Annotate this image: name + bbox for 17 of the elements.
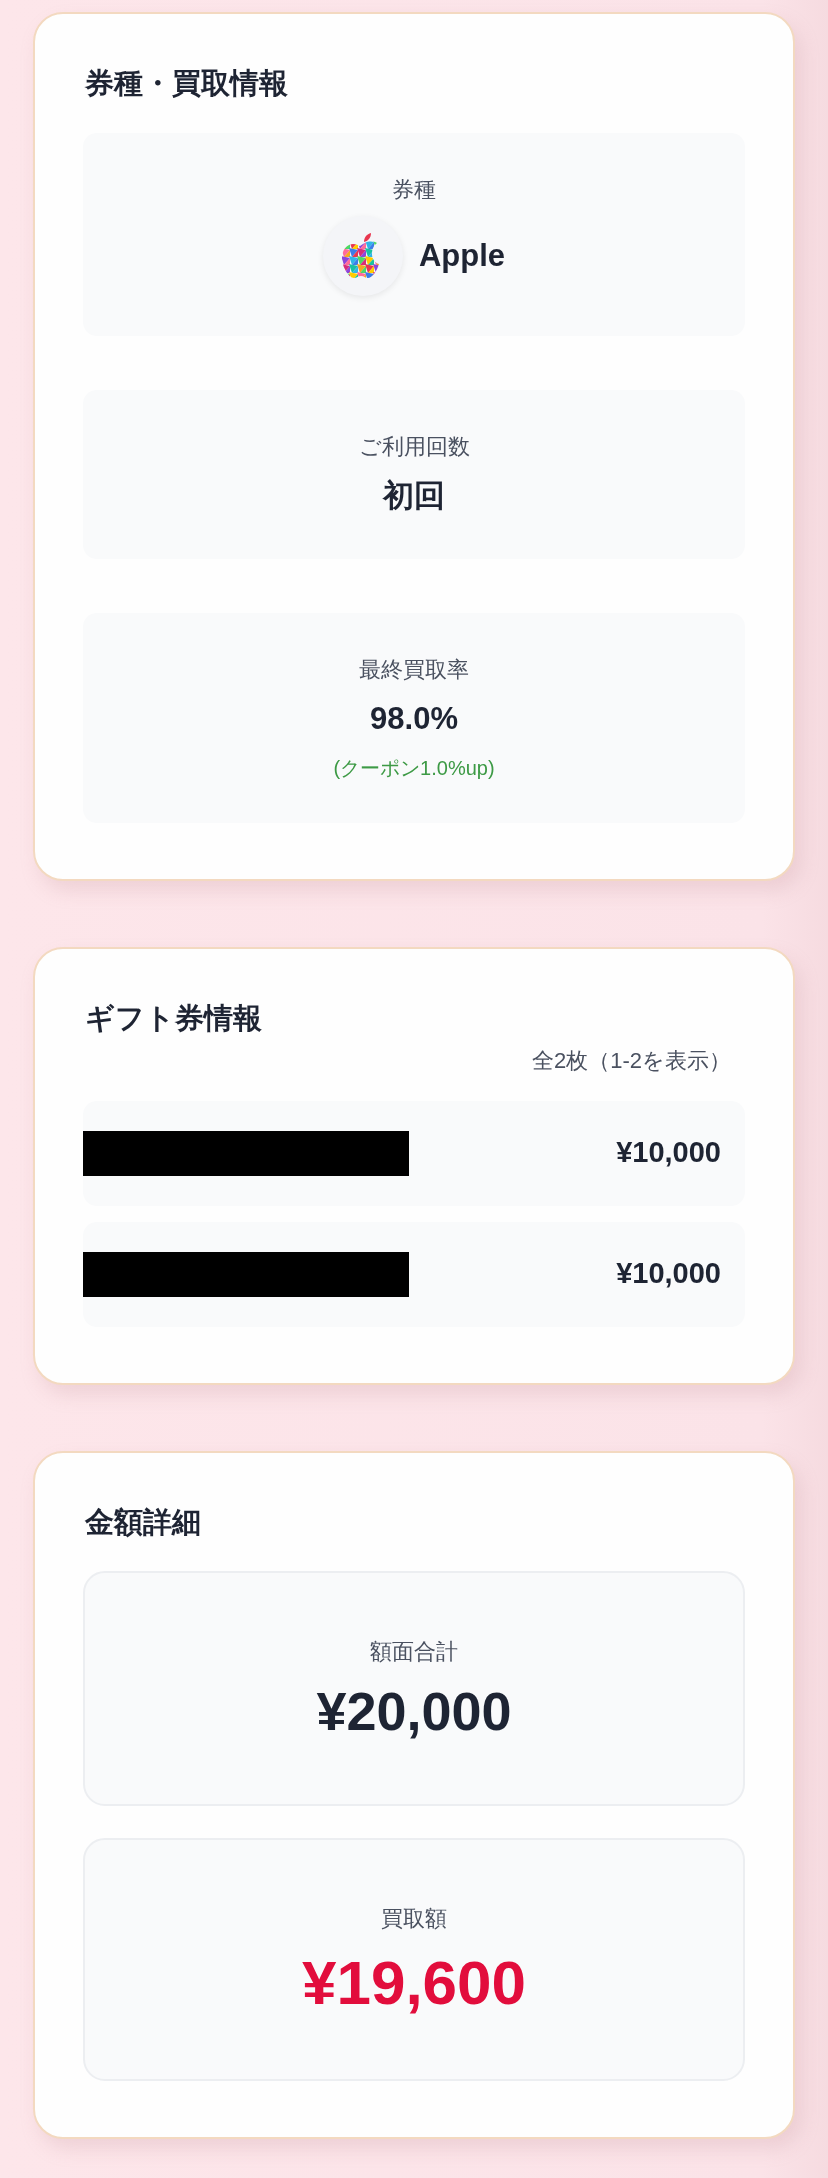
card-count: 全2枚（1-2を表示） [530,1046,732,1075]
brand-name: Apple [418,236,506,275]
amount-label: 買取額 [381,1904,447,1933]
gift-amount: ¥10,000 [616,1135,721,1171]
section-title: 金額詳細 [85,1504,202,1540]
coupon-note: (クーポン1.0%up) [333,755,495,781]
rate-value: 98.0% [370,700,458,739]
amount-label: 額面合計 [370,1638,458,1667]
field-label: ご利用回数 [358,432,470,461]
section-title: ギフト券情報 [85,1000,263,1036]
section-title: 券種・買取情報 [85,66,289,101]
field-value: 初回 [383,476,445,515]
field-label: 券種 [392,175,436,204]
amount-value: ¥20,000 [316,1682,512,1742]
field-label: 最終買取率 [359,656,469,685]
gift-amount: ¥10,000 [616,1256,721,1292]
amount-value: ¥19,600 [301,1948,527,2017]
